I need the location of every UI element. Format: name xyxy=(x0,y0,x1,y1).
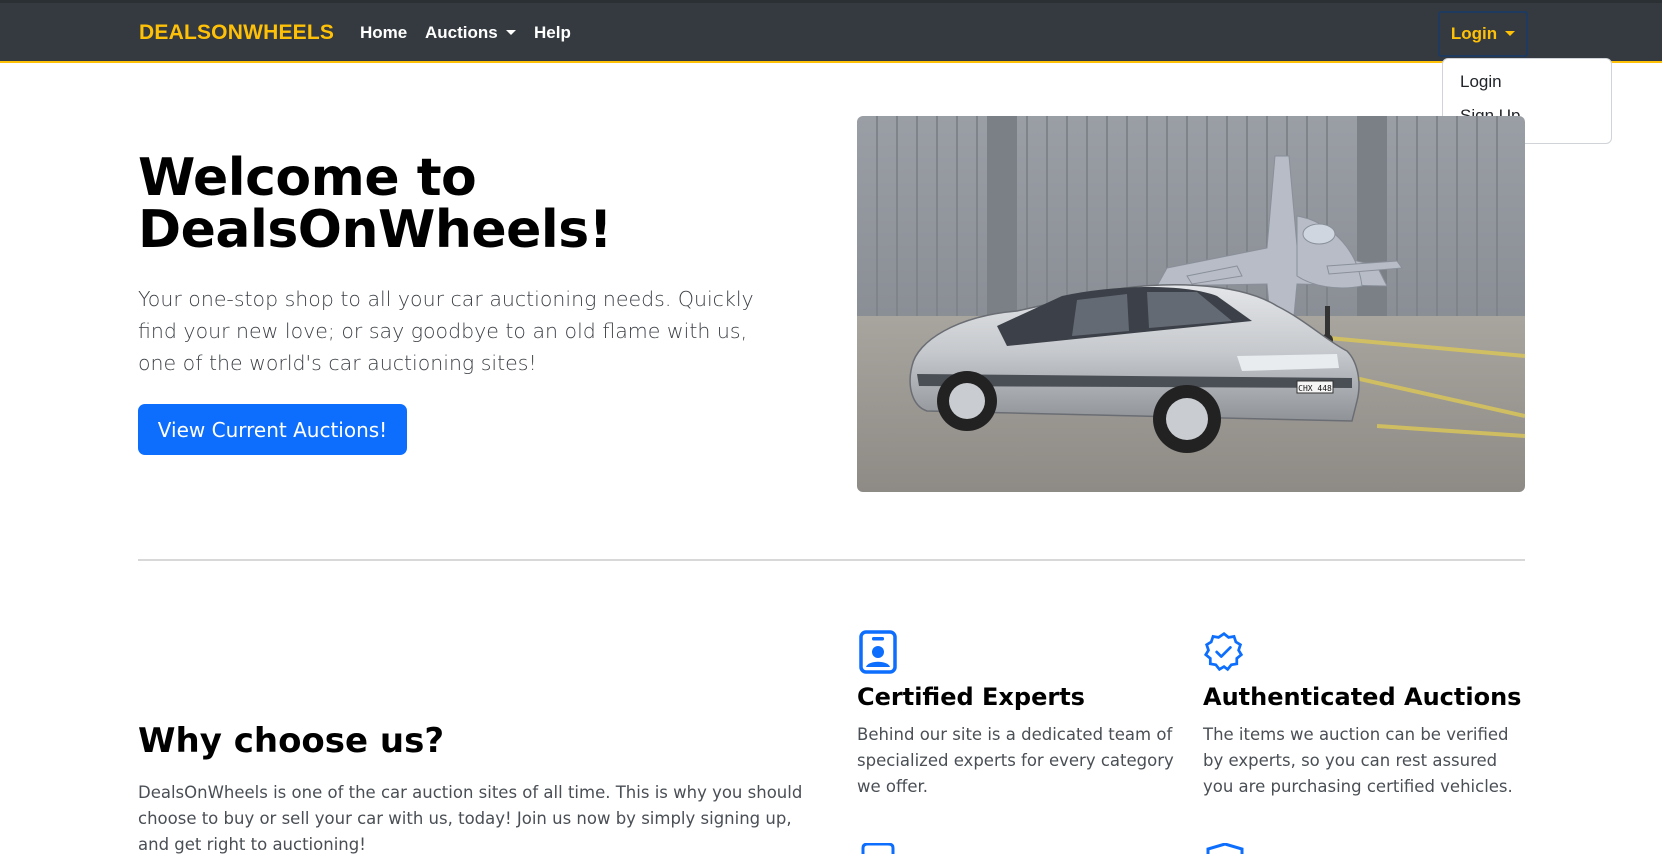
navbar: DEALSONWHEELS Home Auctions Help Login xyxy=(0,0,1662,63)
hero-image: CHX 448 xyxy=(857,116,1525,492)
person-badge-icon xyxy=(859,630,897,674)
feature-title: Certified Experts xyxy=(857,683,1085,711)
chevron-down-icon xyxy=(1505,31,1516,36)
feature-icon-partial xyxy=(861,843,895,854)
license-plate: CHX 448 xyxy=(1298,384,1332,393)
nav-home[interactable]: Home xyxy=(360,23,407,43)
login-toggle-label: Login xyxy=(1450,24,1498,43)
feature-certified-experts: Certified Experts Behind our site is a d… xyxy=(857,629,1177,796)
chevron-down-icon xyxy=(505,30,516,35)
patch-check-icon xyxy=(1203,632,1244,672)
hero-lead: Your one-stop shop to all your car aucti… xyxy=(138,287,754,375)
nav-help[interactable]: Help xyxy=(534,23,571,43)
why-text: DealsOnWheels is one of the car auction … xyxy=(138,783,803,854)
hero-title: Welcome to DealsOnWheels! xyxy=(138,148,612,260)
dropdown-item-login[interactable]: Login xyxy=(1443,65,1611,99)
brand-logo[interactable]: DEALSONWHEELS xyxy=(139,21,334,45)
nav-auctions-label: Auctions xyxy=(425,23,498,42)
login-dropdown-toggle[interactable]: Login xyxy=(1438,11,1528,57)
nav-auctions[interactable]: Auctions xyxy=(425,23,516,43)
feature-icon-partial xyxy=(1206,843,1244,854)
view-auctions-button[interactable]: View Current Auctions! xyxy=(138,404,407,455)
feature-authenticated-auctions: Authenticated Auctions The items we auct… xyxy=(1203,629,1523,796)
section-divider xyxy=(138,559,1525,561)
feature-text: The items we auction can be verified by … xyxy=(1203,725,1513,796)
feature-text: Behind our site is a dedicated team of s… xyxy=(857,725,1174,796)
feature-title: Authenticated Auctions xyxy=(1203,683,1522,711)
why-title: Why choose us? xyxy=(138,721,445,761)
